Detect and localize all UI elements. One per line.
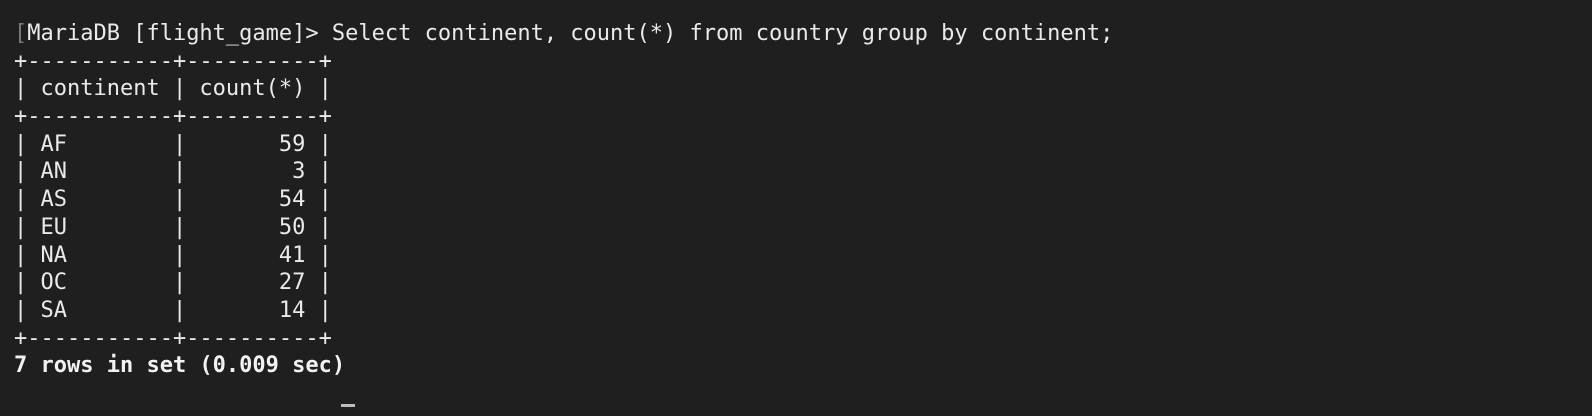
table-row: | AF | 59 |	[14, 131, 332, 157]
prompt: MariaDB [flight_game]>	[27, 21, 332, 46]
table-row: | AN | 3 |	[14, 159, 332, 185]
sql-command: Select continent, count(*) from country …	[331, 21, 1114, 46]
table-row: | NA | 41 |	[14, 242, 332, 268]
line-mark: [	[14, 21, 28, 46]
terminal-window[interactable]: [MariaDB [flight_game]> Select continent…	[0, 0, 1592, 416]
table-row: | OC | 27 |	[14, 270, 332, 296]
table-header-row: | continent | count(*) |	[14, 76, 332, 102]
text-cursor	[341, 404, 355, 407]
table-border-bottom: +-----------+----------+	[14, 325, 332, 351]
table-row: | EU | 50 |	[14, 214, 332, 240]
table-row: | SA | 14 |	[14, 297, 332, 323]
table-border-top: +-----------+----------+	[14, 48, 332, 74]
table-row: | AS | 54 |	[14, 187, 332, 213]
command-line: [MariaDB [flight_game]> Select continent…	[14, 20, 1592, 48]
table-border-header: +-----------+----------+	[14, 104, 332, 130]
result-summary: 7 rows in set (0.009 sec)	[14, 353, 346, 379]
